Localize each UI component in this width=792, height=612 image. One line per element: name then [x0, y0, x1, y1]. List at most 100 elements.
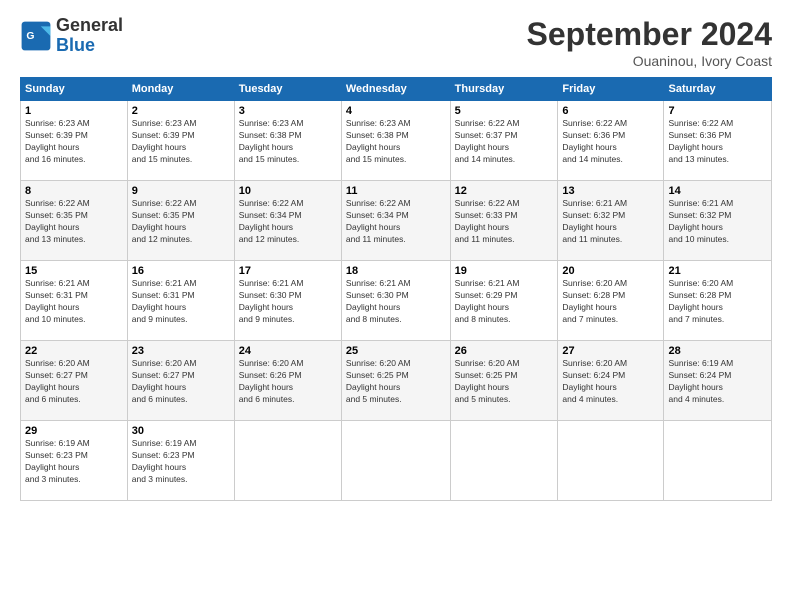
day-number: 11 [346, 185, 446, 197]
calendar-cell: 21Sunrise: 6:20 AMSunset: 6:28 PMDayligh… [664, 261, 772, 341]
calendar-cell: 16Sunrise: 6:21 AMSunset: 6:31 PMDayligh… [127, 261, 234, 341]
day-number: 5 [455, 105, 554, 117]
day-number: 23 [132, 345, 230, 357]
day-number: 13 [562, 185, 659, 197]
calendar-week-5: 29Sunrise: 6:19 AMSunset: 6:23 PMDayligh… [21, 421, 772, 501]
weekday-header-thursday: Thursday [450, 78, 558, 101]
calendar-cell: 15Sunrise: 6:21 AMSunset: 6:31 PMDayligh… [21, 261, 128, 341]
logo: G General Blue [20, 16, 123, 56]
day-number: 18 [346, 265, 446, 277]
day-info: Sunrise: 6:20 AMSunset: 6:27 PMDaylight … [25, 358, 123, 406]
day-info: Sunrise: 6:21 AMSunset: 6:30 PMDaylight … [346, 278, 446, 326]
calendar-week-2: 8Sunrise: 6:22 AMSunset: 6:35 PMDaylight… [21, 181, 772, 261]
calendar-cell: 13Sunrise: 6:21 AMSunset: 6:32 PMDayligh… [558, 181, 664, 261]
day-info: Sunrise: 6:20 AMSunset: 6:25 PMDaylight … [346, 358, 446, 406]
calendar-cell: 14Sunrise: 6:21 AMSunset: 6:32 PMDayligh… [664, 181, 772, 261]
logo-icon: G [20, 20, 52, 52]
day-number: 21 [668, 265, 767, 277]
day-number: 26 [455, 345, 554, 357]
day-number: 17 [239, 265, 337, 277]
calendar-cell: 4Sunrise: 6:23 AMSunset: 6:38 PMDaylight… [341, 101, 450, 181]
day-number: 9 [132, 185, 230, 197]
logo-text: General Blue [56, 16, 123, 56]
day-info: Sunrise: 6:20 AMSunset: 6:25 PMDaylight … [455, 358, 554, 406]
day-info: Sunrise: 6:20 AMSunset: 6:28 PMDaylight … [668, 278, 767, 326]
calendar-cell: 19Sunrise: 6:21 AMSunset: 6:29 PMDayligh… [450, 261, 558, 341]
calendar-cell: 12Sunrise: 6:22 AMSunset: 6:33 PMDayligh… [450, 181, 558, 261]
day-info: Sunrise: 6:21 AMSunset: 6:32 PMDaylight … [668, 198, 767, 246]
calendar-cell [450, 421, 558, 501]
calendar-cell [664, 421, 772, 501]
day-info: Sunrise: 6:20 AMSunset: 6:24 PMDaylight … [562, 358, 659, 406]
day-info: Sunrise: 6:23 AMSunset: 6:39 PMDaylight … [25, 118, 123, 166]
svg-text:G: G [26, 31, 34, 42]
calendar-cell: 1Sunrise: 6:23 AMSunset: 6:39 PMDaylight… [21, 101, 128, 181]
day-number: 16 [132, 265, 230, 277]
day-number: 7 [668, 105, 767, 117]
calendar-cell: 9Sunrise: 6:22 AMSunset: 6:35 PMDaylight… [127, 181, 234, 261]
calendar-week-4: 22Sunrise: 6:20 AMSunset: 6:27 PMDayligh… [21, 341, 772, 421]
calendar-cell: 11Sunrise: 6:22 AMSunset: 6:34 PMDayligh… [341, 181, 450, 261]
day-info: Sunrise: 6:22 AMSunset: 6:35 PMDaylight … [132, 198, 230, 246]
day-number: 27 [562, 345, 659, 357]
day-info: Sunrise: 6:19 AMSunset: 6:23 PMDaylight … [25, 438, 123, 486]
page: G General Blue September 2024 Ouaninou, … [0, 0, 792, 612]
day-number: 3 [239, 105, 337, 117]
day-info: Sunrise: 6:20 AMSunset: 6:27 PMDaylight … [132, 358, 230, 406]
day-number: 22 [25, 345, 123, 357]
day-info: Sunrise: 6:20 AMSunset: 6:28 PMDaylight … [562, 278, 659, 326]
calendar-table: SundayMondayTuesdayWednesdayThursdayFrid… [20, 77, 772, 501]
day-number: 30 [132, 425, 230, 437]
calendar-cell: 6Sunrise: 6:22 AMSunset: 6:36 PMDaylight… [558, 101, 664, 181]
day-info: Sunrise: 6:21 AMSunset: 6:32 PMDaylight … [562, 198, 659, 246]
day-number: 12 [455, 185, 554, 197]
day-info: Sunrise: 6:23 AMSunset: 6:38 PMDaylight … [239, 118, 337, 166]
calendar-cell: 22Sunrise: 6:20 AMSunset: 6:27 PMDayligh… [21, 341, 128, 421]
calendar-cell [341, 421, 450, 501]
calendar-cell: 8Sunrise: 6:22 AMSunset: 6:35 PMDaylight… [21, 181, 128, 261]
day-number: 4 [346, 105, 446, 117]
calendar-cell: 17Sunrise: 6:21 AMSunset: 6:30 PMDayligh… [234, 261, 341, 341]
calendar-cell: 23Sunrise: 6:20 AMSunset: 6:27 PMDayligh… [127, 341, 234, 421]
calendar-cell: 26Sunrise: 6:20 AMSunset: 6:25 PMDayligh… [450, 341, 558, 421]
day-number: 6 [562, 105, 659, 117]
calendar-cell: 2Sunrise: 6:23 AMSunset: 6:39 PMDaylight… [127, 101, 234, 181]
calendar-cell: 29Sunrise: 6:19 AMSunset: 6:23 PMDayligh… [21, 421, 128, 501]
calendar-cell: 28Sunrise: 6:19 AMSunset: 6:24 PMDayligh… [664, 341, 772, 421]
day-info: Sunrise: 6:21 AMSunset: 6:30 PMDaylight … [239, 278, 337, 326]
calendar-cell: 18Sunrise: 6:21 AMSunset: 6:30 PMDayligh… [341, 261, 450, 341]
calendar-cell: 7Sunrise: 6:22 AMSunset: 6:36 PMDaylight… [664, 101, 772, 181]
day-info: Sunrise: 6:22 AMSunset: 6:35 PMDaylight … [25, 198, 123, 246]
calendar-cell [234, 421, 341, 501]
day-number: 1 [25, 105, 123, 117]
calendar-cell: 30Sunrise: 6:19 AMSunset: 6:23 PMDayligh… [127, 421, 234, 501]
weekday-header-tuesday: Tuesday [234, 78, 341, 101]
calendar-cell: 20Sunrise: 6:20 AMSunset: 6:28 PMDayligh… [558, 261, 664, 341]
day-info: Sunrise: 6:22 AMSunset: 6:36 PMDaylight … [562, 118, 659, 166]
calendar-week-1: 1Sunrise: 6:23 AMSunset: 6:39 PMDaylight… [21, 101, 772, 181]
day-number: 20 [562, 265, 659, 277]
day-info: Sunrise: 6:22 AMSunset: 6:37 PMDaylight … [455, 118, 554, 166]
calendar-week-3: 15Sunrise: 6:21 AMSunset: 6:31 PMDayligh… [21, 261, 772, 341]
calendar-cell: 25Sunrise: 6:20 AMSunset: 6:25 PMDayligh… [341, 341, 450, 421]
day-number: 8 [25, 185, 123, 197]
day-info: Sunrise: 6:22 AMSunset: 6:34 PMDaylight … [346, 198, 446, 246]
day-info: Sunrise: 6:23 AMSunset: 6:38 PMDaylight … [346, 118, 446, 166]
calendar-cell: 24Sunrise: 6:20 AMSunset: 6:26 PMDayligh… [234, 341, 341, 421]
calendar-cell: 27Sunrise: 6:20 AMSunset: 6:24 PMDayligh… [558, 341, 664, 421]
day-info: Sunrise: 6:23 AMSunset: 6:39 PMDaylight … [132, 118, 230, 166]
day-info: Sunrise: 6:21 AMSunset: 6:31 PMDaylight … [25, 278, 123, 326]
day-number: 14 [668, 185, 767, 197]
day-info: Sunrise: 6:22 AMSunset: 6:34 PMDaylight … [239, 198, 337, 246]
month-title: September 2024 [527, 16, 772, 53]
weekday-header-sunday: Sunday [21, 78, 128, 101]
day-info: Sunrise: 6:21 AMSunset: 6:31 PMDaylight … [132, 278, 230, 326]
location-subtitle: Ouaninou, Ivory Coast [527, 53, 772, 69]
day-info: Sunrise: 6:22 AMSunset: 6:33 PMDaylight … [455, 198, 554, 246]
day-info: Sunrise: 6:19 AMSunset: 6:23 PMDaylight … [132, 438, 230, 486]
weekday-header-wednesday: Wednesday [341, 78, 450, 101]
day-number: 15 [25, 265, 123, 277]
weekday-header-monday: Monday [127, 78, 234, 101]
header: G General Blue September 2024 Ouaninou, … [20, 16, 772, 69]
weekday-header-saturday: Saturday [664, 78, 772, 101]
